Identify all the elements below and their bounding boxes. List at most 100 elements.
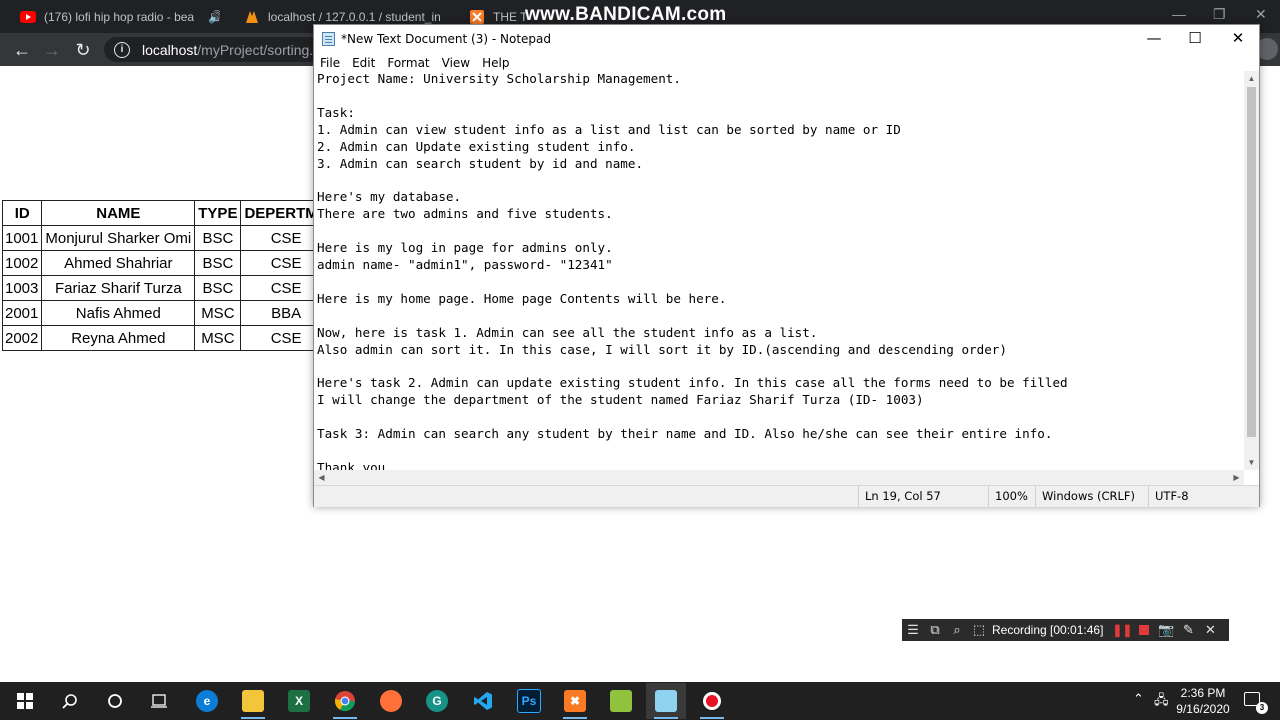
task-view-button[interactable] (139, 683, 179, 719)
network-icon[interactable]: 🖧 (1154, 691, 1169, 713)
notepad-status-bar: Ln 19, Col 57 100% Windows (CRLF) UTF-8 (314, 485, 1259, 507)
cell-name: Fariaz Sharif Turza (41, 275, 196, 301)
reload-icon[interactable]: ↻ (71, 38, 95, 62)
gitkraken-icon: G (426, 690, 448, 712)
taskbar-xampp[interactable]: ✖ (555, 683, 595, 719)
taskbar-bandicam[interactable] (692, 683, 732, 719)
url-text: localhost/myProject/sorting.ph (142, 42, 329, 58)
close-icon[interactable]: ✕ (1216, 25, 1260, 53)
search-button[interactable] (50, 683, 90, 719)
taskbar-chrome[interactable] (325, 683, 365, 719)
notepad-text-area[interactable]: Project Name: University Scholarship Man… (317, 71, 1242, 470)
cell-id: 2002 (1, 325, 43, 351)
minimize-icon[interactable]: — (1132, 25, 1176, 53)
scroll-thumb[interactable] (1247, 87, 1256, 437)
bandicam-watermark: www.BANDICAM.com (525, 4, 727, 25)
menu-file[interactable]: File (320, 56, 340, 70)
tab-title: localhost / 127.0.0.1 / student_in (268, 9, 441, 24)
url-path: /myProject/sorting.ph (197, 41, 329, 58)
scroll-down-icon[interactable]: ▼ (1244, 455, 1259, 470)
firefox-icon (380, 690, 402, 712)
window-title: *New Text Document (3) - Notepad (341, 32, 552, 46)
xampp-icon (469, 9, 485, 25)
start-button[interactable] (5, 683, 45, 719)
browser-tab-youtube[interactable]: (176) lofi hip hop radio - bea 🔊 ✕ (20, 0, 220, 33)
stop-icon[interactable] (1139, 625, 1150, 635)
cell-id: 2001 (1, 300, 43, 326)
screen-mode-icon[interactable]: ⧉ (924, 622, 946, 638)
column-header-name: NAME (41, 200, 196, 226)
menu-view[interactable]: View (442, 56, 470, 70)
taskbar-file-explorer[interactable] (233, 683, 273, 719)
column-header-type: TYPE (194, 200, 242, 226)
taskbar-notepadpp[interactable] (601, 683, 641, 719)
record-icon (701, 690, 723, 712)
browser-close-icon[interactable]: ✕ (1255, 6, 1267, 23)
chevron-up-icon[interactable]: ⌃ (1133, 691, 1144, 707)
vscode-icon (472, 690, 494, 712)
cell-id: 1002 (1, 250, 43, 276)
cell-name: Reyna Ahmed (41, 325, 196, 351)
cell-type: MSC (194, 325, 242, 351)
table-row: 1002 Ahmed Shahriar BSC CSE (1, 250, 332, 276)
table-row: 2001 Nafis Ahmed MSC BBA (1, 300, 332, 326)
pencil-icon[interactable]: ✎ (1177, 622, 1199, 638)
menu-help[interactable]: Help (482, 56, 509, 70)
menu-format[interactable]: Format (387, 56, 429, 70)
tab-title: (176) lofi hip hop radio - bea (44, 9, 195, 24)
cell-type: MSC (194, 300, 242, 326)
taskbar-photoshop[interactable]: Ps (509, 683, 549, 719)
cell-type: BSC (194, 250, 242, 276)
taskbar-excel[interactable]: X (279, 683, 319, 719)
encoding: UTF-8 (1148, 486, 1189, 507)
browser-minimize-icon[interactable]: — (1172, 6, 1186, 22)
resize-icon[interactable]: ⬚ (968, 622, 990, 638)
notepad-title-bar[interactable]: *New Text Document (3) - Notepad — ☐ ✕ (314, 25, 1259, 53)
clock-date: 9/16/2020 (1176, 702, 1230, 716)
vertical-scrollbar[interactable]: ▲ ▼ (1244, 71, 1259, 470)
close-icon[interactable]: ✕ (1199, 622, 1221, 638)
cursor-position: Ln 19, Col 57 (858, 486, 941, 507)
taskbar-firefox[interactable] (371, 683, 411, 719)
cell-type: BSC (194, 275, 242, 301)
zoom-region-icon[interactable]: ⌕ (946, 622, 968, 638)
horizontal-scrollbar[interactable]: ◀ ▶ (314, 470, 1244, 485)
scroll-up-icon[interactable]: ▲ (1244, 71, 1259, 86)
taskbar-gitkraken[interactable]: G (417, 683, 457, 719)
running-indicator (563, 717, 587, 719)
url-host: localhost (142, 41, 198, 58)
camera-icon[interactable]: 📷 (1155, 622, 1177, 638)
clock-time: 2:36 PM (1180, 686, 1226, 700)
cell-id: 1001 (1, 225, 43, 251)
taskbar-edge[interactable]: e (187, 683, 227, 719)
table-row: 1003 Fariaz Sharif Turza BSC CSE (1, 275, 332, 301)
taskbar-notepad[interactable] (646, 683, 686, 719)
notepad-menu-bar: File Edit Format View Help (314, 53, 1259, 72)
forward-arrow-icon[interactable]: → (40, 38, 64, 62)
tab-title: THE T (493, 9, 528, 24)
folder-icon (242, 690, 264, 712)
info-icon[interactable]: i (114, 41, 130, 58)
taskbar-vscode[interactable] (463, 683, 503, 719)
taskbar-clock[interactable]: 2:36 PM 9/16/2020 (1174, 685, 1232, 717)
speaker-icon[interactable]: 🔊 (208, 10, 220, 24)
notepad-plus-plus-icon (610, 690, 632, 712)
cell-name: Nafis Ahmed (41, 300, 196, 326)
table-row: 2002 Reyna Ahmed MSC CSE (1, 325, 332, 351)
menu-edit[interactable]: Edit (352, 56, 375, 70)
browser-restore-icon[interactable]: ❐ (1213, 6, 1226, 23)
cortana-button[interactable] (95, 683, 135, 719)
cell-name: Monjurul Sharker Omi (41, 225, 196, 251)
menu-icon[interactable]: ☰ (902, 622, 924, 638)
scroll-right-icon[interactable]: ▶ (1229, 470, 1244, 485)
task-view-icon (148, 690, 170, 712)
table-header-row: ID NAME TYPE DEPERTME (1, 200, 332, 226)
maximize-icon[interactable]: ☐ (1173, 25, 1217, 53)
notification-badge: 3 (1256, 702, 1268, 714)
column-header-id: ID (1, 200, 43, 226)
cell-id: 1003 (1, 275, 43, 301)
pause-icon[interactable]: ❚❚ (1111, 623, 1133, 637)
recording-toolbar: ☰ ⧉ ⌕ ⬚ Recording [00:01:46] ❚❚ 📷 ✎ ✕ (902, 619, 1229, 641)
back-arrow-icon[interactable]: ← (10, 38, 34, 62)
scroll-left-icon[interactable]: ◀ (314, 470, 329, 485)
